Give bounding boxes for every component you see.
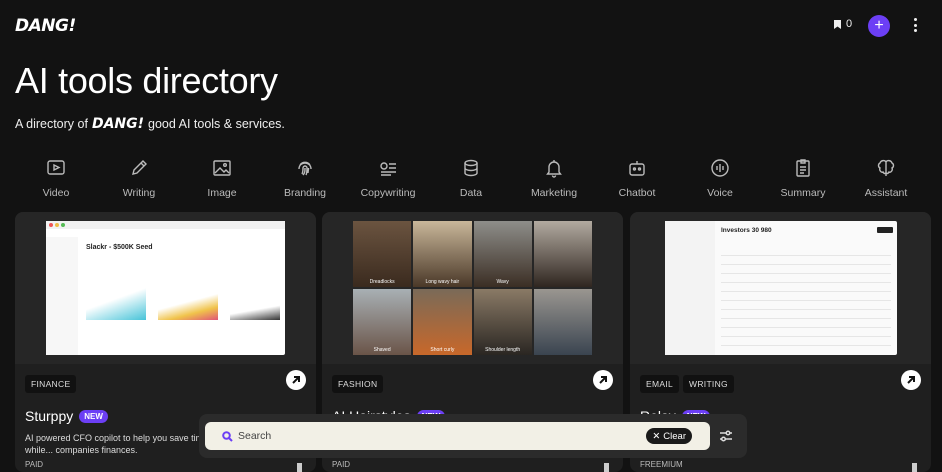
- category-assistant[interactable]: Assistant: [845, 158, 927, 200]
- image-icon: [213, 160, 231, 176]
- tag[interactable]: EMAIL: [640, 375, 680, 393]
- copywriting-icon: [380, 162, 396, 176]
- clear-button[interactable]: ✕ Clear: [646, 428, 692, 444]
- inline-logo: DANG!: [91, 116, 145, 132]
- bell-icon: [546, 160, 562, 178]
- bookmark-icon: [834, 19, 841, 29]
- pencil-icon: [132, 160, 147, 175]
- category-data[interactable]: Data: [430, 158, 512, 200]
- new-badge: NEW: [79, 409, 108, 423]
- card-price: FREEMIUM: [640, 460, 683, 469]
- filter-button[interactable]: [719, 429, 733, 443]
- tag[interactable]: FASHION: [332, 375, 384, 393]
- card-description: AI powered CFO copilot to help you save …: [25, 433, 209, 455]
- category-marketing[interactable]: Marketing: [513, 158, 595, 200]
- thumb-title: Investors 30 980: [721, 227, 772, 234]
- category-copywriting[interactable]: Copywriting: [347, 158, 429, 200]
- robot-icon: [629, 161, 645, 176]
- category-bar: Video Writing Image Branding Copywriting…: [15, 158, 927, 200]
- hairstyle-grid: Dreadlocks Long wavy hair Wavy Shaved Sh…: [353, 221, 592, 355]
- card-scrollbar[interactable]: [604, 463, 609, 472]
- close-icon: ✕: [652, 430, 661, 442]
- database-icon: [464, 159, 478, 177]
- add-tool-button[interactable]: +: [868, 15, 890, 37]
- tag[interactable]: FINANCE: [25, 375, 77, 393]
- fingerprint-icon: [298, 161, 312, 176]
- brain-icon: [877, 159, 895, 176]
- open-link-button[interactable]: [593, 370, 613, 390]
- search-icon: [222, 431, 233, 442]
- card-tags: FASHION: [332, 375, 384, 393]
- card-price: PAID: [332, 460, 351, 469]
- voice-icon: [711, 159, 729, 177]
- arrow-up-right-icon: [907, 376, 915, 384]
- card-scrollbar[interactable]: [912, 463, 917, 472]
- card-title[interactable]: Sturppy NEW: [25, 408, 108, 424]
- card-thumbnail: Investors 30 980: [630, 212, 931, 364]
- search-field[interactable]: ✕ Clear: [205, 422, 710, 450]
- search-bar: ✕ Clear: [199, 414, 747, 458]
- open-link-button[interactable]: [901, 370, 921, 390]
- card-scrollbar[interactable]: [297, 463, 302, 472]
- top-bar: DANG! 0 +: [0, 0, 942, 52]
- category-image[interactable]: Image: [181, 158, 263, 200]
- card-tags: FINANCE: [25, 375, 77, 393]
- sliders-icon: [720, 430, 732, 442]
- arrow-up-right-icon: [292, 376, 300, 384]
- arrow-up-right-icon: [599, 376, 607, 384]
- tag[interactable]: WRITING: [683, 375, 734, 393]
- category-chatbot[interactable]: Chatbot: [596, 158, 678, 200]
- category-voice[interactable]: Voice: [679, 158, 761, 200]
- bookmark-count: 0: [846, 18, 853, 30]
- card-thumbnail: Dreadlocks Long wavy hair Wavy Shaved Sh…: [322, 212, 623, 364]
- category-video[interactable]: Video: [15, 158, 97, 200]
- logo[interactable]: DANG!: [15, 16, 76, 36]
- page-title: AI tools directory: [15, 60, 278, 101]
- thumb-title: Slackr - $500K Seed: [86, 244, 153, 251]
- category-writing[interactable]: Writing: [98, 158, 180, 200]
- page-subtitle: A directory of DANG! good AI tools & ser…: [15, 116, 285, 132]
- app-screenshot: Investors 30 980: [665, 221, 897, 355]
- more-menu-button[interactable]: [910, 18, 920, 32]
- app-screenshot: Slackr - $500K Seed: [46, 221, 285, 355]
- card-thumbnail: Slackr - $500K Seed: [15, 212, 316, 364]
- category-summary[interactable]: Summary: [762, 158, 844, 200]
- bookmarks-button[interactable]: 0: [833, 18, 852, 30]
- card-price: PAID: [25, 460, 44, 469]
- open-link-button[interactable]: [286, 370, 306, 390]
- card-tags: EMAIL WRITING: [640, 375, 734, 393]
- search-input[interactable]: [238, 427, 638, 445]
- category-branding[interactable]: Branding: [264, 158, 346, 200]
- clipboard-icon: [796, 159, 810, 177]
- video-icon: [47, 160, 65, 175]
